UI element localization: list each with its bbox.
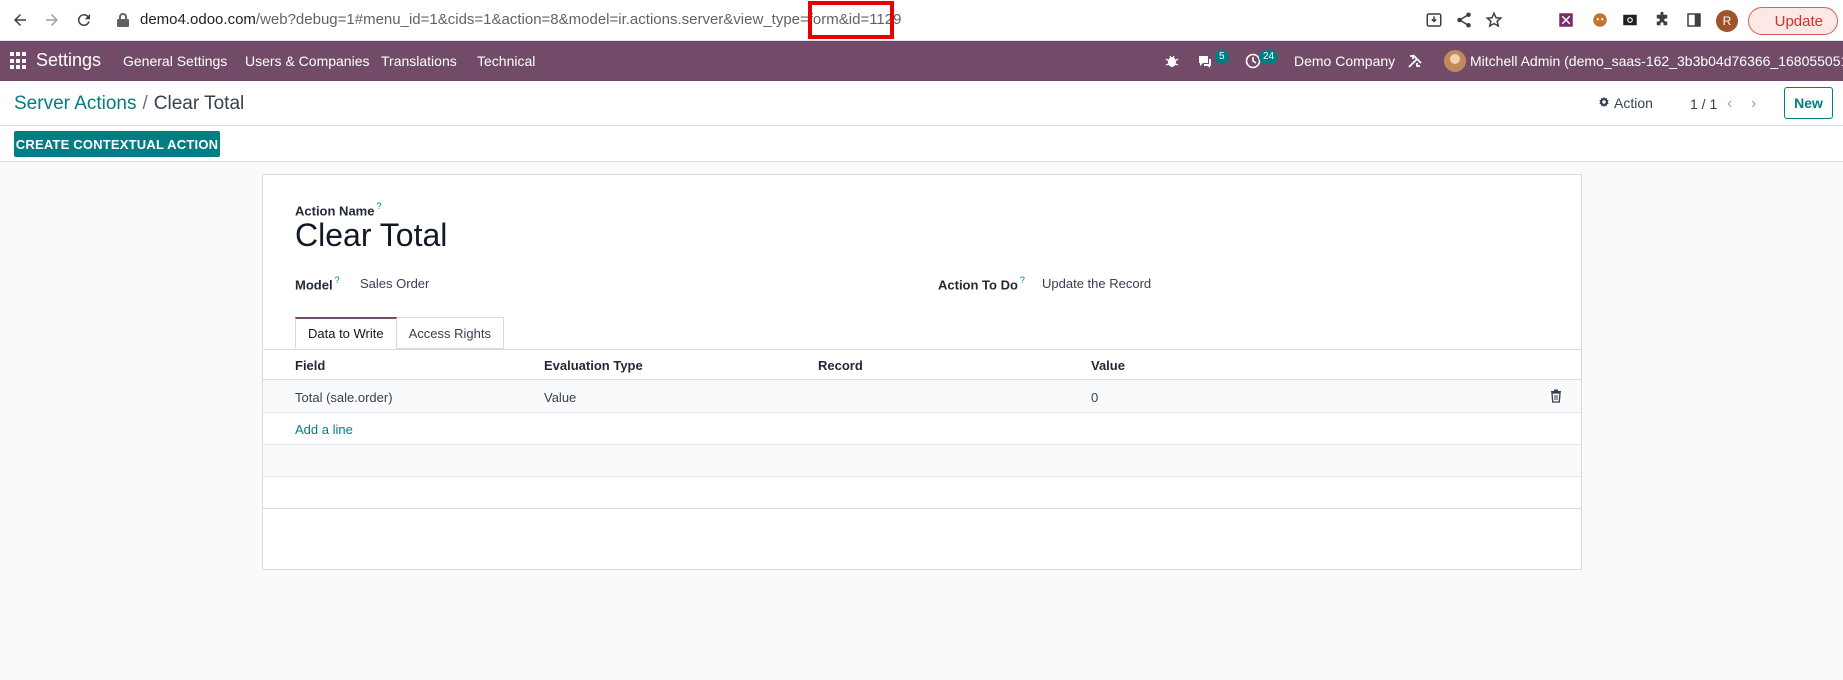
update-label: Update: [1774, 12, 1823, 30]
extension-x-icon[interactable]: [1556, 10, 1576, 30]
messages-badge: 5: [1215, 50, 1229, 64]
breadcrumb-current: Clear Total: [153, 93, 245, 114]
action-to-do-field[interactable]: Update the Record: [1042, 276, 1151, 291]
tab-access-rights[interactable]: Access Rights: [396, 317, 504, 349]
action-name-field[interactable]: Clear Total: [295, 217, 447, 254]
app-name[interactable]: Settings: [36, 50, 101, 71]
model-field[interactable]: Sales Order: [360, 276, 429, 291]
address-bar[interactable]: demo4.odoo.com/web?debug=1#menu_id=1&cid…: [140, 11, 901, 28]
share-icon[interactable]: [1454, 10, 1474, 30]
delete-row-trash-icon[interactable]: [1549, 389, 1563, 403]
model-label: Model?: [295, 275, 340, 294]
extensions-puzzle-icon[interactable]: [1652, 10, 1672, 30]
update-button[interactable]: Update: [1748, 7, 1838, 35]
empty-row: [263, 477, 1581, 509]
column-record[interactable]: Record: [818, 358, 863, 373]
cell-evaluation-type[interactable]: Value: [544, 390, 576, 405]
panel-divider: [0, 125, 1843, 126]
column-evaluation-type[interactable]: Evaluation Type: [544, 358, 643, 373]
tools-icon[interactable]: [1407, 53, 1423, 69]
breadcrumb: Server Actions / Clear Total: [14, 93, 244, 115]
model-label-text: Model: [295, 277, 333, 293]
user-menu[interactable]: Mitchell Admin (demo_saas-162_3b3b04d763…: [1470, 53, 1843, 69]
add-a-line-link[interactable]: Add a line: [295, 422, 353, 437]
apps-menu-icon[interactable]: [10, 52, 28, 70]
action-label: Action: [1614, 95, 1653, 111]
company-switcher[interactable]: Demo Company: [1294, 53, 1395, 69]
pager-value[interactable]: 1 / 1: [1690, 96, 1717, 112]
pager-next-icon[interactable]: ›: [1751, 95, 1756, 113]
gear-icon: [1598, 95, 1610, 111]
table-header: Field Evaluation Type Record Value: [263, 350, 1581, 380]
table-row[interactable]: Total (sale.order) Value 0: [263, 381, 1581, 413]
menu-technical[interactable]: Technical: [477, 53, 535, 69]
forward-icon[interactable]: [40, 8, 64, 32]
profile-avatar[interactable]: R: [1716, 10, 1738, 32]
menu-users-companies[interactable]: Users & Companies: [245, 53, 370, 69]
extension-screen-icon[interactable]: [1620, 10, 1640, 30]
menu-translations[interactable]: Translations: [381, 53, 457, 69]
action-to-do-label-text: Action To Do: [938, 277, 1018, 293]
add-line-row: Add a line: [263, 413, 1581, 445]
column-field[interactable]: Field: [295, 358, 325, 373]
activities-badge: 24: [1259, 50, 1279, 64]
highlight-box: [808, 1, 894, 39]
action-menu-button[interactable]: Action: [1598, 95, 1653, 111]
column-value[interactable]: Value: [1091, 358, 1125, 373]
form-sheet: Action Name? Clear Total Model? Sales Or…: [262, 174, 1582, 570]
messages-icon[interactable]: [1197, 53, 1213, 69]
breadcrumb-server-actions[interactable]: Server Actions: [14, 93, 137, 114]
help-tooltip-icon[interactable]: ?: [376, 201, 381, 211]
menu-general-settings[interactable]: General Settings: [123, 53, 227, 69]
back-icon[interactable]: [8, 8, 32, 32]
cell-field[interactable]: Total (sale.order): [295, 390, 393, 405]
tab-data-to-write[interactable]: Data to Write: [295, 317, 397, 349]
new-button[interactable]: New: [1784, 87, 1833, 119]
top-navbar: Settings General Settings Users & Compan…: [0, 41, 1843, 81]
reload-icon[interactable]: [72, 8, 96, 32]
user-avatar[interactable]: [1444, 50, 1466, 72]
empty-row: [263, 445, 1581, 477]
notebook-tabs: Data to Write Access Rights: [295, 317, 504, 349]
cell-value[interactable]: 0: [1091, 390, 1098, 405]
debug-bug-icon[interactable]: [1164, 53, 1180, 69]
breadcrumb-separator: /: [142, 93, 148, 114]
bookmark-star-icon[interactable]: [1484, 10, 1504, 30]
help-tooltip-icon[interactable]: ?: [335, 275, 340, 285]
url-host: demo4.odoo.com: [140, 11, 256, 28]
create-contextual-action-button[interactable]: CREATE CONTEXTUAL ACTION: [14, 131, 220, 157]
url-path: /web?debug=1#menu_id=1&cids=1&action=8&m…: [255, 11, 902, 28]
install-icon[interactable]: [1424, 10, 1444, 30]
lock-icon: [116, 12, 130, 28]
pager-prev-icon[interactable]: ‹: [1727, 95, 1732, 113]
extension-monkey-icon[interactable]: [1590, 10, 1610, 30]
action-to-do-label: Action To Do?: [938, 275, 1025, 294]
side-panel-icon[interactable]: [1684, 10, 1704, 30]
browser-toolbar: demo4.odoo.com/web?debug=1#menu_id=1&cid…: [0, 0, 1843, 41]
control-panel: Server Actions / Clear Total Action 1 / 1 …: [0, 81, 1843, 162]
help-tooltip-icon[interactable]: ?: [1020, 275, 1025, 285]
